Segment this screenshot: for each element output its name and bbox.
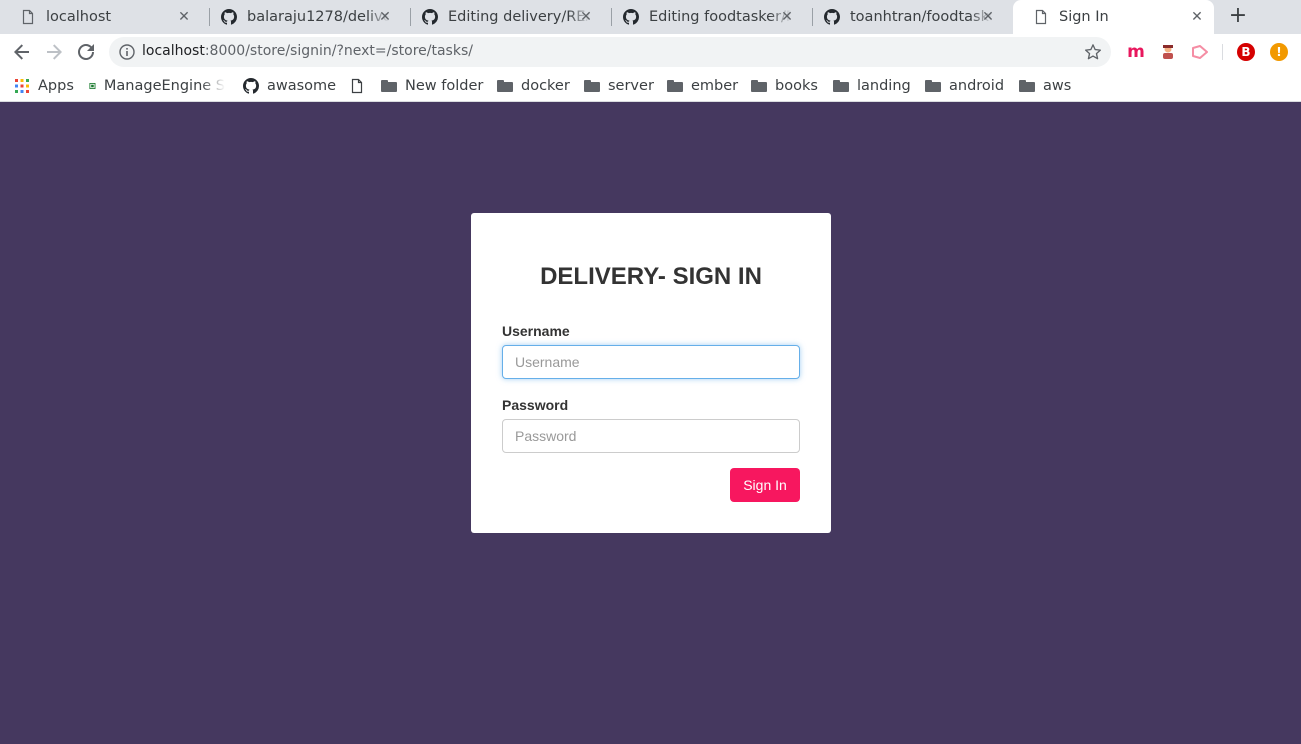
bookmark-docker[interactable]: docker <box>497 76 570 96</box>
tab-title: Editing foodtasker/README <box>649 9 791 25</box>
browser-toolbar: localhost:8000/store/signin/?next=/store… <box>0 34 1301 70</box>
bookmark-aws[interactable]: aws <box>1019 76 1071 96</box>
tab-localhost[interactable]: localhost ✕ <box>0 0 201 34</box>
github-icon <box>623 9 639 25</box>
bookmark-books[interactable]: books <box>751 76 818 96</box>
url-host: localhost <box>142 43 205 59</box>
tab-title: Editing delivery/README <box>448 9 590 25</box>
github-icon <box>824 9 840 25</box>
page-icon <box>351 78 363 94</box>
bookmark-label: awasome <box>267 78 337 94</box>
toolbar-divider <box>1222 44 1223 60</box>
close-icon[interactable]: ✕ <box>778 8 796 26</box>
page-title: DELIVERY- SIGN IN <box>540 263 762 290</box>
close-icon[interactable]: ✕ <box>979 8 997 26</box>
bookmark-label: ember <box>691 78 739 94</box>
folder-icon <box>381 80 397 92</box>
tab-toanhtran-foodtasker[interactable]: toanhtran/foodtasker ✕ <box>804 0 1005 34</box>
username-label: Username <box>502 323 570 339</box>
reload-icon[interactable] <box>74 40 98 64</box>
github-icon <box>243 78 259 94</box>
tab-title: balaraju1278/delivery <box>247 9 389 25</box>
bookmark-label: books <box>775 78 818 94</box>
bookmark-new-folder[interactable]: New folder <box>381 76 483 96</box>
mendeley-extension-icon[interactable]: m <box>1127 42 1145 62</box>
github-icon <box>422 9 438 25</box>
sign-in-button[interactable]: Sign In <box>730 468 800 502</box>
url-text: localhost:8000/store/signin/?next=/store… <box>142 43 473 59</box>
bookmark-awasome[interactable]: awasome <box>243 76 336 96</box>
close-icon[interactable]: ✕ <box>175 8 193 26</box>
bookmark-server[interactable]: server <box>584 76 654 96</box>
url-path: :8000/store/signin/?next=/store/tasks/ <box>204 43 473 59</box>
bookmark-page[interactable] <box>349 76 373 96</box>
folder-icon <box>925 80 941 92</box>
update-alert-icon[interactable]: ! <box>1270 43 1288 61</box>
tab-title: toanhtran/foodtasker <box>850 9 992 25</box>
folder-icon <box>497 80 513 92</box>
bookmark-android[interactable]: android <box>925 76 1004 96</box>
bookmark-star-icon[interactable] <box>1084 43 1102 61</box>
bookmark-label: ManageEngine S <box>103 78 225 94</box>
page-icon <box>22 9 34 25</box>
cast-extension-icon[interactable] <box>1191 43 1209 61</box>
folder-icon <box>751 80 767 92</box>
avatar-extension-icon[interactable] <box>1159 43 1177 61</box>
folder-icon <box>1019 80 1035 92</box>
signin-card: DELIVERY- SIGN IN Username Password Sign… <box>471 213 831 533</box>
tab-strip: localhost ✕ balaraju1278/delivery ✕ Edit… <box>0 0 1301 34</box>
github-icon <box>221 9 237 25</box>
bookmark-label: New folder <box>405 78 484 94</box>
bookmark-label: landing <box>857 78 911 94</box>
manageengine-icon <box>89 82 96 90</box>
bookmark-label: server <box>608 78 654 94</box>
bookmark-label: docker <box>521 78 570 94</box>
bookmarks-bar: Apps ManageEngine S awasome New folder d… <box>0 70 1301 102</box>
bookmark-apps[interactable]: Apps <box>14 76 74 96</box>
tab-github-delivery[interactable]: balaraju1278/delivery ✕ <box>201 0 402 34</box>
folder-icon <box>584 80 600 92</box>
tab-sign-in[interactable]: Sign In ✕ <box>1013 0 1214 34</box>
bookmark-label: aws <box>1043 78 1072 94</box>
address-bar[interactable]: localhost:8000/store/signin/?next=/store… <box>109 37 1111 67</box>
close-icon[interactable]: ✕ <box>1188 8 1206 26</box>
tab-editing-delivery[interactable]: Editing delivery/README ✕ <box>402 0 603 34</box>
tab-title: localhost <box>46 9 112 25</box>
bookmark-ember[interactable]: ember <box>667 76 738 96</box>
tab-editing-foodtasker[interactable]: Editing foodtasker/README ✕ <box>603 0 804 34</box>
bookmark-manageengine[interactable]: ManageEngine S <box>89 76 225 96</box>
bookmark-label: android <box>949 78 1005 94</box>
profile-avatar[interactable]: B <box>1237 43 1255 61</box>
bookmark-landing[interactable]: landing <box>833 76 911 96</box>
info-icon[interactable] <box>119 44 135 60</box>
password-label: Password <box>502 397 569 413</box>
username-input[interactable] <box>502 345 800 379</box>
folder-icon <box>667 80 683 92</box>
new-tab-icon[interactable]: + <box>1226 5 1250 29</box>
close-icon[interactable]: ✕ <box>376 8 394 26</box>
back-icon[interactable] <box>10 40 34 64</box>
page-icon <box>1035 9 1047 25</box>
password-input[interactable] <box>502 419 800 453</box>
close-icon[interactable]: ✕ <box>577 8 595 26</box>
folder-icon <box>833 80 849 92</box>
apps-grid-icon <box>15 79 29 93</box>
bookmark-label: Apps <box>38 78 74 94</box>
forward-icon[interactable] <box>42 40 66 64</box>
tab-title: Sign In <box>1059 9 1109 25</box>
